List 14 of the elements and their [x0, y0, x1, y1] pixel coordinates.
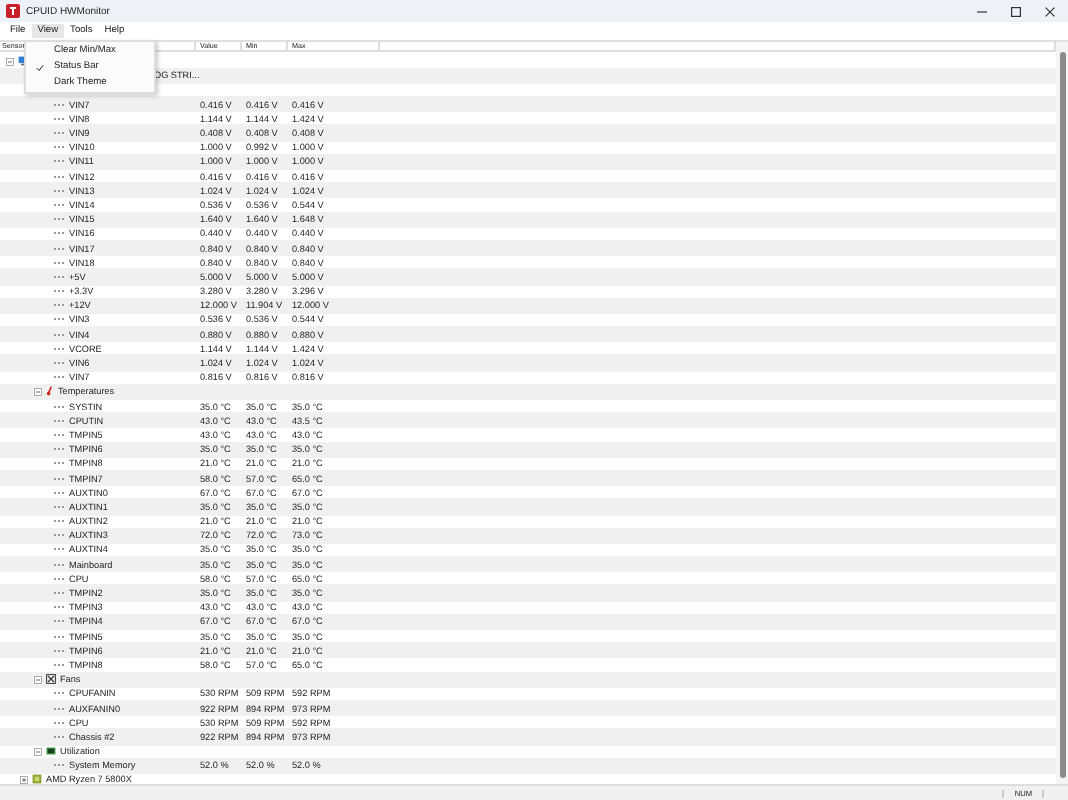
expand-icon[interactable] — [20, 775, 28, 784]
collapse-icon[interactable] — [6, 57, 14, 66]
collapse-icon[interactable] — [34, 675, 42, 684]
chip-icon — [45, 746, 55, 757]
minimize-icon[interactable] — [976, 5, 988, 17]
close-icon[interactable] — [1044, 5, 1056, 17]
collapse-icon[interactable] — [34, 747, 42, 756]
scrollbar-thumb[interactable] — [1060, 52, 1066, 778]
processor-icon — [31, 774, 41, 785]
thermometer-icon — [45, 386, 53, 397]
maximize-icon[interactable] — [1010, 5, 1022, 17]
app-icon — [6, 4, 20, 18]
collapse-icon[interactable] — [34, 387, 42, 396]
fan-icon — [45, 674, 55, 685]
